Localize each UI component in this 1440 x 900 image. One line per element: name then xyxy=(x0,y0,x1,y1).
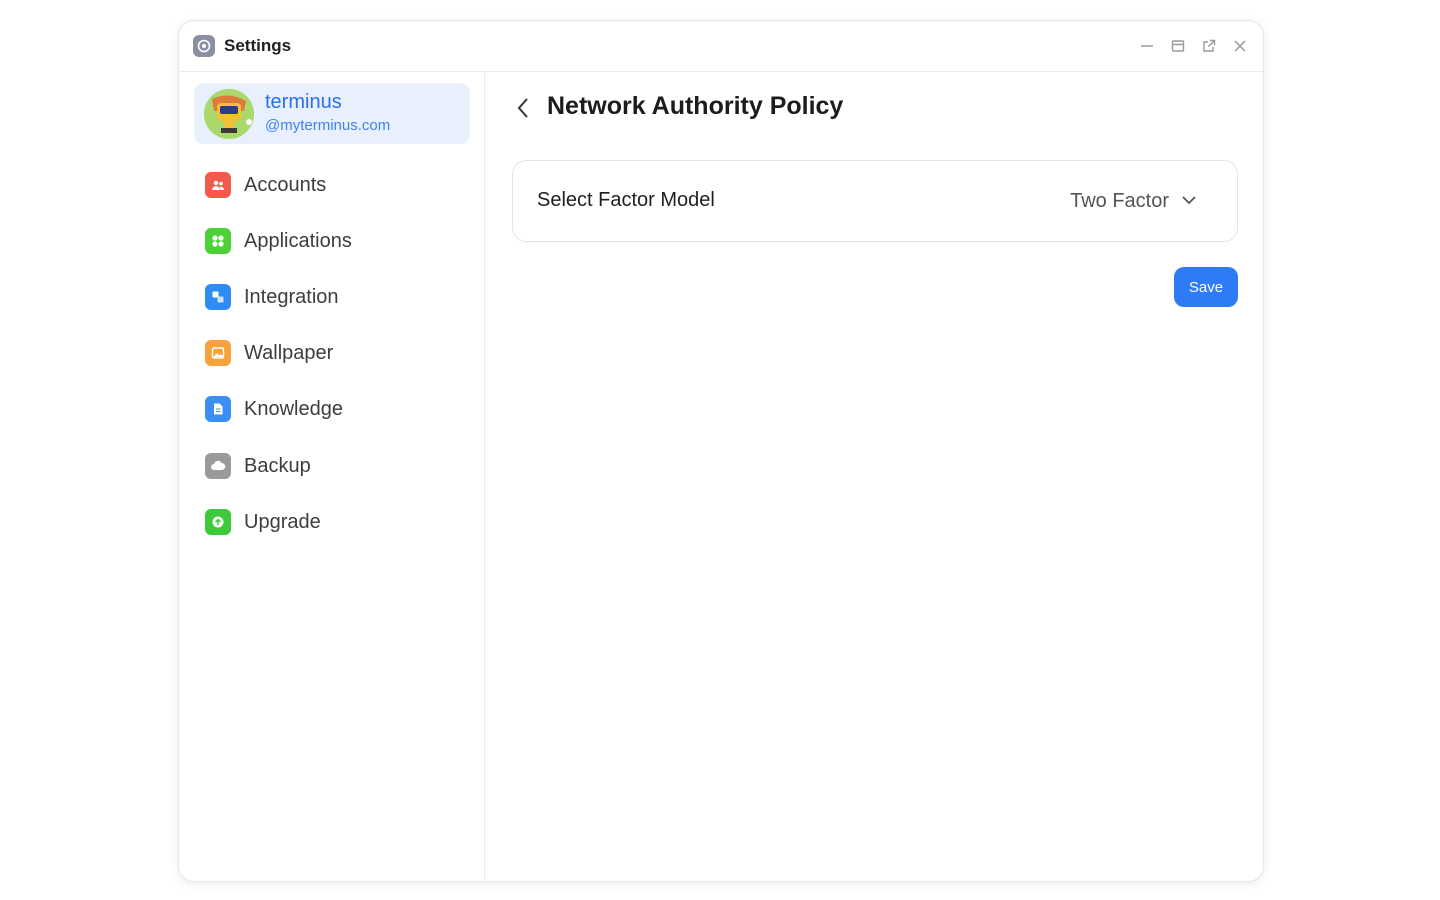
profile-name: terminus xyxy=(265,90,342,113)
settings-app-icon xyxy=(193,35,215,57)
factor-model-select[interactable]: Two Factor xyxy=(1070,185,1197,217)
sidebar-item-label: Backup xyxy=(244,454,311,477)
backup-icon xyxy=(205,453,231,479)
upgrade-icon xyxy=(205,509,231,535)
minimize-icon[interactable] xyxy=(1137,36,1156,55)
window-controls xyxy=(1137,36,1249,55)
close-icon[interactable] xyxy=(1230,36,1249,55)
sidebar-item-upgrade[interactable]: Upgrade xyxy=(205,502,465,542)
sidebar-item-label: Accounts xyxy=(244,173,327,196)
factor-model-card: Select Factor Model Two Factor xyxy=(512,160,1238,242)
accounts-icon xyxy=(205,172,231,198)
window-title: Settings xyxy=(224,36,292,55)
sidebar-item-wallpaper[interactable]: Wallpaper xyxy=(205,333,465,373)
knowledge-icon xyxy=(205,396,231,422)
sidebar-item-applications[interactable]: Applications xyxy=(205,221,465,261)
factor-model-label: Select Factor Model xyxy=(537,189,715,211)
integration-icon xyxy=(205,284,231,310)
sidebar-item-label: Integration xyxy=(244,285,339,308)
main-content: Network Authority Policy Select Factor M… xyxy=(485,72,1263,881)
avatar xyxy=(204,88,254,139)
sidebar-item-label: Applications xyxy=(244,229,352,252)
sidebar-item-knowledge[interactable]: Knowledge xyxy=(205,389,465,429)
maximize-icon[interactable] xyxy=(1168,36,1187,55)
pop-out-icon[interactable] xyxy=(1199,36,1218,55)
save-button[interactable]: Save xyxy=(1174,267,1238,307)
wallpaper-icon xyxy=(205,340,231,366)
factor-model-value: Two Factor xyxy=(1070,189,1169,212)
title-bar: Settings xyxy=(179,21,1263,72)
sidebar-item-integration[interactable]: Integration xyxy=(205,277,465,317)
back-icon[interactable] xyxy=(511,94,535,122)
settings-window: Settings terminus @myterminus.com Accoun… xyxy=(178,20,1264,882)
profile-id: @myterminus.com xyxy=(265,116,391,134)
sidebar-item-label: Knowledge xyxy=(244,397,343,420)
applications-icon xyxy=(205,228,231,254)
page-title: Network Authority Policy xyxy=(547,92,844,120)
sidebar: terminus @myterminus.com Accounts Applic… xyxy=(179,72,485,881)
chevron-down-icon xyxy=(1181,192,1197,210)
sidebar-item-label: Upgrade xyxy=(244,510,321,533)
sidebar-item-label: Wallpaper xyxy=(244,341,334,364)
profile-card[interactable]: terminus @myterminus.com xyxy=(194,83,470,144)
sidebar-item-accounts[interactable]: Accounts xyxy=(205,165,465,205)
sidebar-item-backup[interactable]: Backup xyxy=(205,446,465,486)
